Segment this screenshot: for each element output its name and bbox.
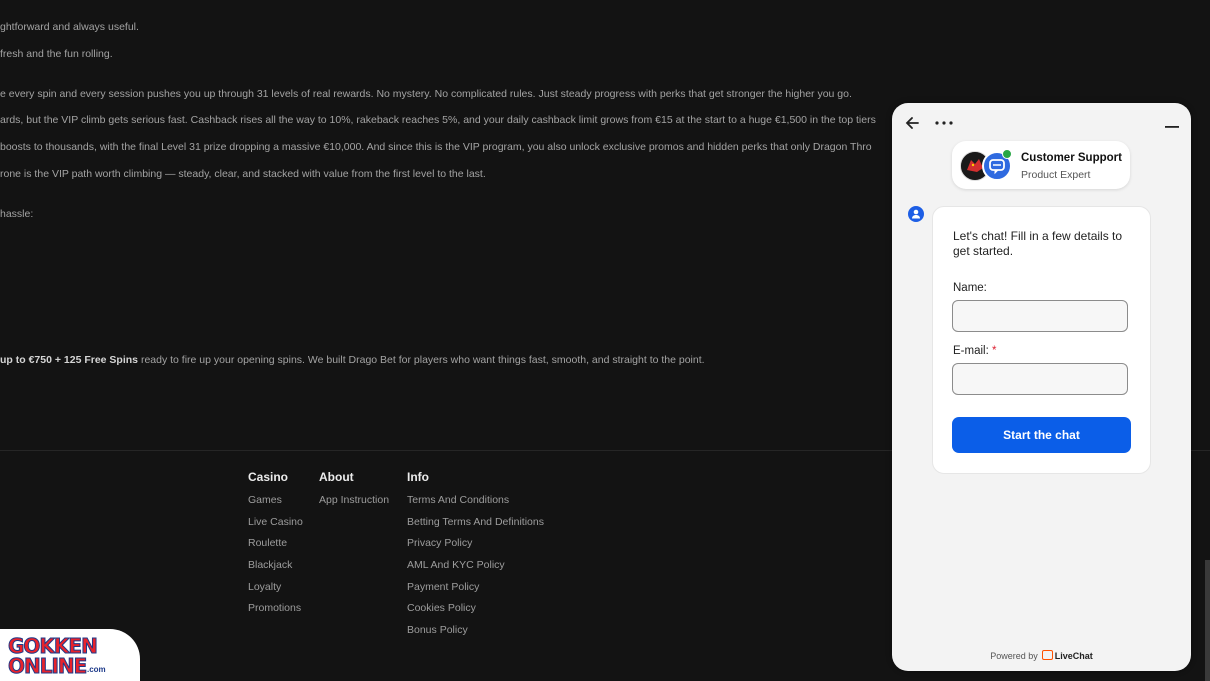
footer-link-loyalty[interactable]: Loyalty (248, 581, 303, 603)
footer-link-live-casino[interactable]: Live Casino (248, 516, 303, 538)
footer-link-app-instruction[interactable]: App Instruction (319, 494, 389, 516)
logo-line2: ONLINE (7, 654, 87, 679)
article-line: fresh and the fun rolling. (0, 48, 113, 60)
bonus-text: ready to fire up your opening spins. We … (138, 354, 705, 366)
required-marker: * (991, 345, 997, 357)
article-line: hassle: (0, 208, 34, 220)
livechat-brand[interactable]: LiveChat (1055, 651, 1093, 661)
logo-suffix: .com (87, 665, 106, 674)
footer-link-games[interactable]: Games (248, 494, 303, 516)
footer-link-payment[interactable]: Payment Policy (407, 581, 544, 603)
article-line: rone is the VIP path worth climbing — st… (0, 168, 486, 180)
page-scrollbar[interactable] (1205, 560, 1210, 681)
footer-column-about: About App Instruction (319, 470, 389, 516)
prechat-form: Let's chat! Fill in a few details to get… (932, 206, 1151, 474)
footer-heading-casino: Casino (248, 470, 289, 484)
livechat-logo-icon (1041, 650, 1053, 660)
footer-link-roulette[interactable]: Roulette (248, 537, 303, 559)
footer-link-blackjack[interactable]: Blackjack (248, 559, 303, 581)
article-line-bonus: up to €750 + 125 Free Spins ready to fir… (0, 354, 705, 366)
chat-header (892, 103, 1191, 143)
footer-link-aml-kyc[interactable]: AML And KYC Policy (407, 559, 544, 581)
powered-by-label: Powered by (990, 651, 1038, 661)
bonus-highlight: up to €750 + 125 Free Spins (0, 354, 139, 366)
gokkenonline-logo: GOKKEN ONLINE .com (0, 629, 160, 681)
livechat-widget: Customer Support Product Expert Let's ch… (892, 103, 1191, 671)
minimize-icon[interactable] (1162, 117, 1182, 137)
powered-by: Powered by LiveChat (892, 650, 1191, 661)
footer-link-cookies[interactable]: Cookies Policy (407, 602, 544, 624)
footer-link-bonus[interactable]: Bonus Policy (407, 624, 544, 646)
name-field[interactable] (952, 300, 1128, 332)
footer-column-info: Info Terms And Conditions Betting Terms … (407, 470, 544, 646)
agent-card: Customer Support Product Expert (952, 141, 1130, 189)
article-line: e every spin and every session pushes yo… (0, 88, 852, 100)
footer-link-privacy[interactable]: Privacy Policy (407, 537, 544, 559)
user-icon (908, 206, 924, 222)
footer-link-betting-terms[interactable]: Betting Terms And Definitions (407, 516, 544, 538)
article-content: ghtforward and always useful. fresh and … (0, 0, 890, 450)
name-label: Name: (953, 282, 987, 294)
online-status-dot (1002, 149, 1012, 159)
footer-link-promotions[interactable]: Promotions (248, 602, 303, 624)
article-line: ards, but the VIP climb gets serious fas… (0, 114, 876, 126)
back-arrow-icon[interactable] (902, 113, 922, 133)
article-line: ghtforward and always useful. (0, 21, 139, 33)
footer-heading-about: About (319, 470, 354, 484)
start-chat-button[interactable]: Start the chat (952, 417, 1131, 453)
form-intro: Let's chat! Fill in a few details to get… (953, 229, 1123, 258)
email-label: E-mail: (953, 345, 989, 357)
more-options-icon[interactable] (934, 113, 954, 133)
footer-link-terms[interactable]: Terms And Conditions (407, 494, 544, 516)
article-line: boosts to thousands, with the final Leve… (0, 141, 872, 153)
email-field[interactable] (952, 363, 1128, 395)
agent-role: Product Expert (1021, 169, 1091, 181)
footer-heading-info: Info (407, 470, 429, 484)
agent-name: Customer Support (1021, 152, 1122, 164)
email-label-wrap: E-mail: * (953, 345, 996, 357)
footer-column-casino: Casino Games Live Casino Roulette Blackj… (248, 470, 303, 624)
